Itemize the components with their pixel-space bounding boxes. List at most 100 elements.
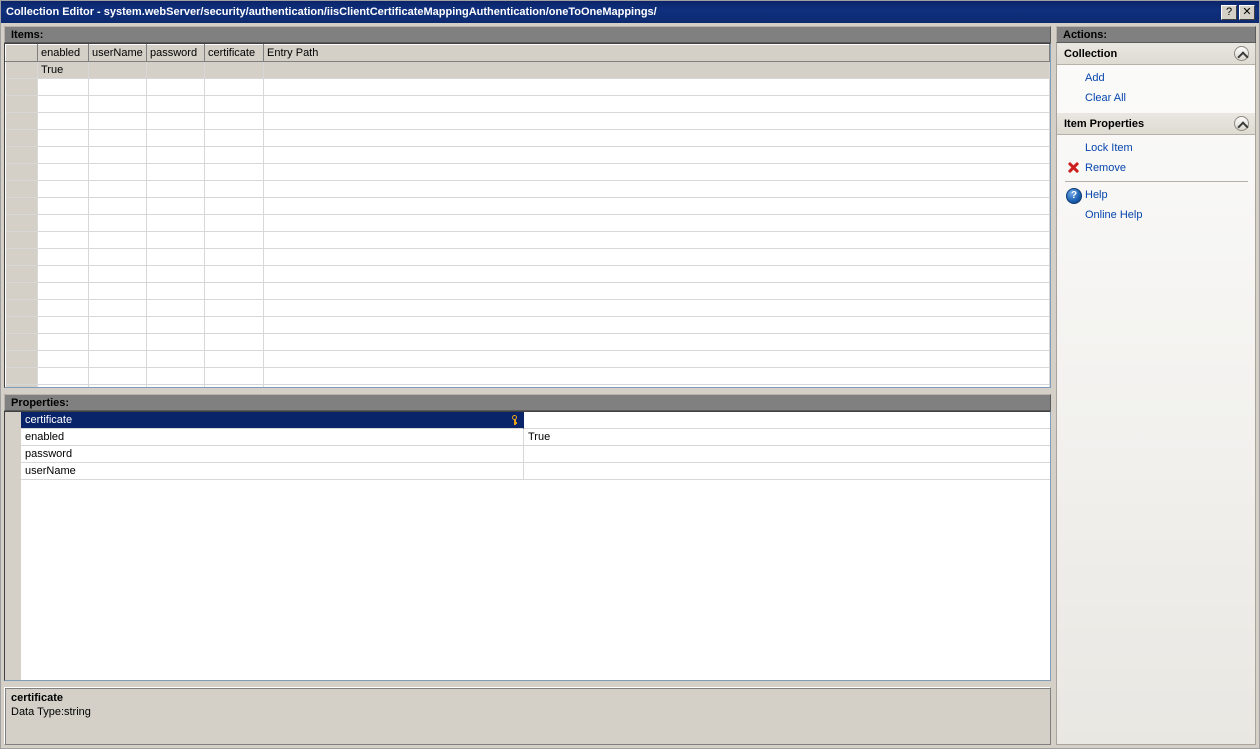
- items-col-header-enabled[interactable]: enabled: [37, 44, 89, 62]
- table-cell[interactable]: [37, 350, 89, 368]
- table-cell[interactable]: [146, 180, 205, 198]
- chevron-up-icon[interactable]: [1234, 116, 1249, 131]
- table-cell[interactable]: [263, 384, 1050, 387]
- table-cell[interactable]: [204, 350, 264, 368]
- table-cell[interactable]: [263, 299, 1050, 317]
- table-row[interactable]: [5, 180, 1050, 198]
- table-cell[interactable]: [204, 61, 264, 79]
- table-row[interactable]: True: [5, 61, 1050, 79]
- table-cell[interactable]: [88, 95, 147, 113]
- table-cell[interactable]: [37, 146, 89, 164]
- row-header-cell[interactable]: [5, 214, 38, 232]
- property-value-cell[interactable]: [524, 463, 1050, 480]
- row-header-cell[interactable]: [5, 316, 38, 334]
- table-cell[interactable]: [37, 112, 89, 130]
- table-cell[interactable]: [88, 367, 147, 385]
- table-cell[interactable]: [37, 333, 89, 351]
- properties-grid[interactable]: certificate enabled True password userName: [4, 411, 1051, 681]
- table-cell[interactable]: [204, 333, 264, 351]
- table-cell[interactable]: [146, 214, 205, 232]
- table-cell[interactable]: [263, 95, 1050, 113]
- table-cell[interactable]: [263, 197, 1050, 215]
- row-header-cell[interactable]: [5, 112, 38, 130]
- table-cell[interactable]: [263, 78, 1050, 96]
- table-cell[interactable]: [88, 129, 147, 147]
- table-cell[interactable]: [263, 163, 1050, 181]
- table-row[interactable]: [5, 163, 1050, 181]
- table-cell[interactable]: [263, 316, 1050, 334]
- table-cell[interactable]: [146, 350, 205, 368]
- table-cell[interactable]: [88, 180, 147, 198]
- row-header-cell[interactable]: [5, 299, 38, 317]
- table-cell[interactable]: [37, 78, 89, 96]
- table-cell[interactable]: [88, 231, 147, 249]
- property-name-cell[interactable]: password: [21, 446, 524, 463]
- property-row[interactable]: enabled True: [21, 429, 1050, 446]
- row-header-cell[interactable]: [5, 384, 38, 387]
- items-col-header-entrypath[interactable]: Entry Path: [263, 44, 1050, 62]
- table-cell[interactable]: [204, 146, 264, 164]
- row-header-cell[interactable]: [5, 265, 38, 283]
- table-cell[interactable]: [204, 95, 264, 113]
- action-link[interactable]: Add: [1085, 72, 1105, 84]
- table-cell[interactable]: [263, 112, 1050, 130]
- table-cell[interactable]: [88, 112, 147, 130]
- row-header-cell[interactable]: [5, 367, 38, 385]
- table-cell[interactable]: [204, 367, 264, 385]
- action-link[interactable]: Online Help: [1085, 209, 1142, 221]
- table-cell[interactable]: [146, 299, 205, 317]
- table-row[interactable]: [5, 316, 1050, 334]
- table-row[interactable]: [5, 350, 1050, 368]
- table-cell[interactable]: [263, 214, 1050, 232]
- table-cell[interactable]: [146, 61, 205, 79]
- table-cell[interactable]: [146, 333, 205, 351]
- table-row[interactable]: [5, 248, 1050, 266]
- table-cell[interactable]: [146, 95, 205, 113]
- action-link[interactable]: Lock Item: [1085, 142, 1133, 154]
- title-bar[interactable]: Collection Editor - system.webServer/sec…: [1, 1, 1259, 23]
- items-col-header-password[interactable]: password: [146, 44, 205, 62]
- table-cell[interactable]: [146, 112, 205, 130]
- table-row[interactable]: [5, 129, 1050, 147]
- table-cell[interactable]: [204, 112, 264, 130]
- items-col-header-rowselect[interactable]: [5, 44, 38, 62]
- table-cell[interactable]: [88, 146, 147, 164]
- table-cell[interactable]: [204, 299, 264, 317]
- table-cell[interactable]: [37, 180, 89, 198]
- table-cell[interactable]: [37, 248, 89, 266]
- action-link[interactable]: Remove: [1085, 162, 1126, 174]
- table-cell[interactable]: [37, 384, 89, 387]
- table-cell[interactable]: [204, 248, 264, 266]
- table-cell[interactable]: [146, 248, 205, 266]
- table-cell[interactable]: [37, 316, 89, 334]
- table-row[interactable]: [5, 299, 1050, 317]
- table-cell[interactable]: [88, 265, 147, 283]
- table-cell[interactable]: [263, 265, 1050, 283]
- table-cell[interactable]: [204, 384, 264, 387]
- table-cell[interactable]: [263, 248, 1050, 266]
- table-cell[interactable]: [204, 180, 264, 198]
- table-cell[interactable]: [37, 231, 89, 249]
- table-row[interactable]: [5, 78, 1050, 96]
- table-cell[interactable]: [88, 316, 147, 334]
- action-item[interactable]: Clear All: [1057, 88, 1255, 108]
- table-cell[interactable]: [146, 78, 205, 96]
- table-row[interactable]: [5, 112, 1050, 130]
- table-cell[interactable]: [146, 384, 205, 387]
- table-cell[interactable]: [263, 61, 1050, 79]
- table-row[interactable]: [5, 333, 1050, 351]
- property-value-cell[interactable]: [524, 446, 1050, 463]
- action-item[interactable]: Online Help: [1057, 205, 1255, 225]
- property-value-cell[interactable]: True: [524, 429, 1050, 446]
- table-cell[interactable]: True: [37, 61, 89, 79]
- row-header-cell[interactable]: [5, 95, 38, 113]
- table-cell[interactable]: [204, 214, 264, 232]
- table-cell[interactable]: [263, 129, 1050, 147]
- close-button[interactable]: ✕: [1239, 4, 1255, 20]
- table-cell[interactable]: [263, 367, 1050, 385]
- row-header-cell[interactable]: [5, 61, 38, 79]
- action-group-header[interactable]: Item Properties: [1057, 113, 1255, 135]
- action-item[interactable]: ? Help: [1057, 185, 1255, 205]
- action-link[interactable]: Help: [1085, 189, 1108, 201]
- action-item[interactable]: Remove: [1057, 158, 1255, 178]
